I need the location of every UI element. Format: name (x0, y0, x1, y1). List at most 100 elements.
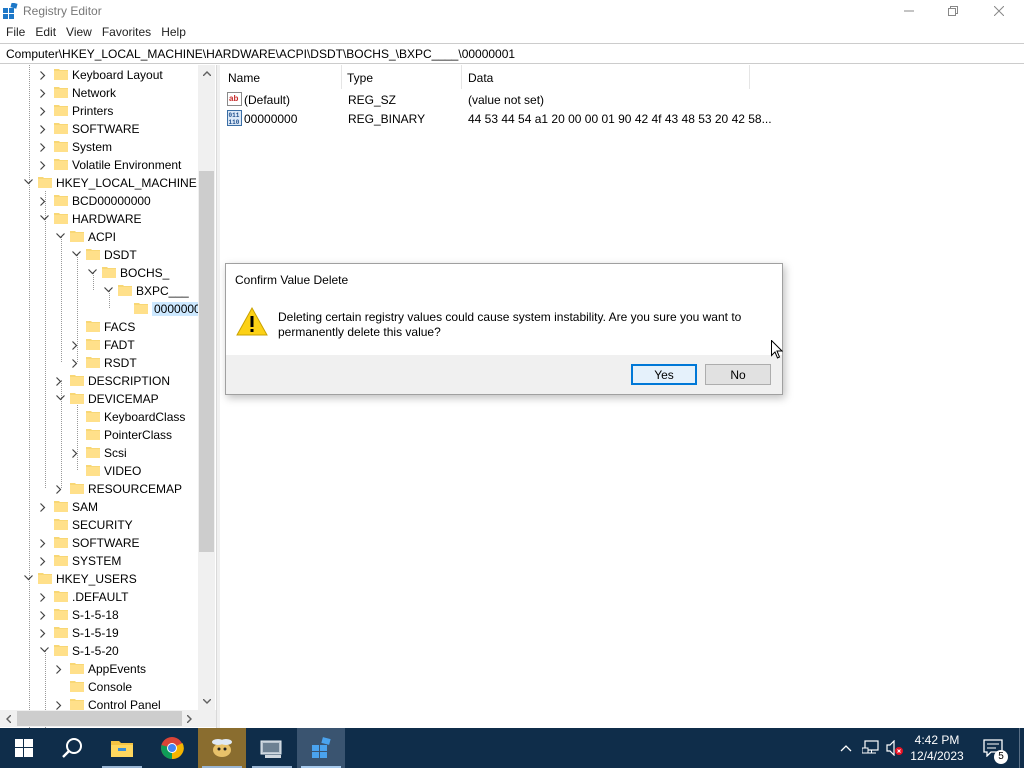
close-button[interactable] (976, 0, 1022, 22)
chevron-right-icon[interactable] (38, 120, 50, 138)
tree-node-resourcemap[interactable]: RESOURCEMAP (0, 480, 198, 498)
tree-node-appevents[interactable]: AppEvents (0, 660, 198, 678)
tree-node-fadt[interactable]: FADT (0, 336, 198, 354)
tree-node-keyboard-layout[interactable]: Keyboard Layout (0, 66, 198, 84)
taskbar-file-explorer[interactable] (98, 728, 146, 768)
tree-node-facs[interactable]: FACS (0, 318, 198, 336)
tree-node-sam[interactable]: SAM (0, 498, 198, 516)
taskbar-chrome[interactable] (148, 728, 196, 768)
tree-node-hku[interactable]: HKEY_USERS (0, 570, 198, 588)
menu-edit[interactable]: Edit (29, 22, 60, 42)
yes-button[interactable]: Yes (631, 364, 697, 385)
tree-node-hklm[interactable]: HKEY_LOCAL_MACHINE (0, 174, 198, 192)
column-name[interactable]: Name (228, 71, 260, 85)
tree-vscroll-thumb[interactable] (199, 171, 214, 552)
column-separator[interactable] (341, 65, 342, 89)
tray-volume[interactable] (884, 728, 906, 768)
chevron-right-icon[interactable] (54, 480, 66, 498)
tray-network[interactable] (860, 728, 882, 768)
scroll-right-icon[interactable] (181, 710, 198, 727)
chevron-right-icon[interactable] (38, 606, 50, 624)
tree-node-dsdt[interactable]: DSDT (0, 246, 198, 264)
tree-hscroll-thumb[interactable] (17, 711, 182, 726)
tree-node-network[interactable]: Network (0, 84, 198, 102)
tree-node-console[interactable]: Console (0, 678, 198, 696)
tree-node-00000001[interactable]: 0000000 (0, 300, 203, 318)
menu-help[interactable]: Help (155, 22, 190, 42)
tree-node-keyboardclass[interactable]: KeyboardClass (0, 408, 198, 426)
tree-node-s-1-5-20[interactable]: S-1-5-20 (0, 642, 198, 660)
chevron-down-icon[interactable] (102, 282, 114, 300)
tree-node-rsdt[interactable]: RSDT (0, 354, 198, 372)
menu-favorites[interactable]: Favorites (96, 22, 155, 42)
chevron-down-icon[interactable] (22, 174, 34, 192)
values-list[interactable]: Name Type Data ab (Default) REG_SZ (valu… (220, 65, 1024, 728)
taskbar-registry-editor[interactable] (297, 728, 345, 768)
taskbar-network-app[interactable] (248, 728, 296, 768)
address-bar[interactable]: Computer\HKEY_LOCAL_MACHINE\HARDWARE\ACP… (0, 43, 1024, 64)
column-separator[interactable] (749, 65, 750, 89)
chevron-down-icon[interactable] (38, 210, 50, 228)
column-separator[interactable] (461, 65, 462, 89)
dialog-title-bar[interactable]: Confirm Value Delete (226, 264, 782, 294)
show-hidden-icons[interactable] (836, 728, 856, 768)
no-button[interactable]: No (705, 364, 771, 385)
tree-node-s-1-5-19[interactable]: S-1-5-19 (0, 624, 198, 642)
scroll-left-icon[interactable] (0, 710, 17, 727)
chevron-right-icon[interactable] (38, 156, 50, 174)
scroll-down-icon[interactable] (198, 693, 215, 710)
tree-node-default[interactable]: .DEFAULT (0, 588, 198, 606)
chevron-down-icon[interactable] (54, 390, 66, 408)
chevron-right-icon[interactable] (38, 588, 50, 606)
tree-horizontal-scrollbar[interactable] (0, 710, 198, 727)
minimize-button[interactable] (886, 0, 932, 22)
chevron-right-icon[interactable] (38, 66, 50, 84)
chevron-right-icon[interactable] (54, 372, 66, 390)
tree-node-software-hklm[interactable]: SOFTWARE (0, 534, 198, 552)
address-path[interactable]: Computer\HKEY_LOCAL_MACHINE\HARDWARE\ACP… (6, 47, 515, 61)
column-type[interactable]: Type (347, 71, 373, 85)
taskbar-app[interactable] (198, 728, 246, 768)
taskbar-clock[interactable]: 4:42 PM 12/4/2023 (906, 732, 968, 764)
chevron-right-icon[interactable] (38, 534, 50, 552)
tree-node-devicemap[interactable]: DEVICEMAP (0, 390, 198, 408)
chevron-right-icon[interactable] (70, 444, 82, 462)
chevron-right-icon[interactable] (70, 336, 82, 354)
chevron-down-icon[interactable] (38, 642, 50, 660)
tree-node-volatile-environment[interactable]: Volatile Environment (0, 156, 198, 174)
tree-node-bochs[interactable]: BOCHS_ (0, 264, 198, 282)
chevron-right-icon[interactable] (38, 84, 50, 102)
start-button[interactable] (0, 728, 48, 768)
tree-node-system-hkcu[interactable]: System (0, 138, 198, 156)
chevron-right-icon[interactable] (70, 354, 82, 372)
list-row[interactable]: ab (Default) REG_SZ (value not set) (220, 90, 750, 109)
tree-node-printers[interactable]: Printers (0, 102, 198, 120)
chevron-down-icon[interactable] (54, 228, 66, 246)
list-row[interactable]: 011 110 00000000 REG_BINARY 44 53 44 54 … (220, 109, 772, 128)
chevron-down-icon[interactable] (70, 246, 82, 264)
tree-node-security[interactable]: SECURITY (0, 516, 198, 534)
tree-node-bxpc[interactable]: BXPC___ (0, 282, 198, 300)
chevron-down-icon[interactable] (86, 264, 98, 282)
chevron-right-icon[interactable] (54, 660, 66, 678)
chevron-right-icon[interactable] (38, 624, 50, 642)
search-button[interactable] (48, 728, 96, 768)
chevron-right-icon[interactable] (38, 138, 50, 156)
tree-node-s-1-5-18[interactable]: S-1-5-18 (0, 606, 198, 624)
tree-vertical-scrollbar[interactable] (198, 65, 215, 710)
key-tree[interactable]: Keyboard Layout Network Printers SOFTWARE Sy… (0, 65, 216, 728)
chevron-right-icon[interactable] (38, 192, 50, 210)
tree-node-bcd[interactable]: BCD00000000 (0, 192, 198, 210)
menu-file[interactable]: File (0, 22, 29, 42)
tree-node-scsi[interactable]: Scsi (0, 444, 198, 462)
tree-node-acpi[interactable]: ACPI (0, 228, 198, 246)
tree-node-software-hkcu[interactable]: SOFTWARE (0, 120, 198, 138)
chevron-down-icon[interactable] (22, 570, 34, 588)
show-desktop-button[interactable] (1019, 728, 1024, 768)
tree-node-system-hklm[interactable]: SYSTEM (0, 552, 198, 570)
chevron-right-icon[interactable] (38, 102, 50, 120)
tree-node-hardware[interactable]: HARDWARE (0, 210, 198, 228)
menu-view[interactable]: View (60, 22, 96, 42)
chevron-right-icon[interactable] (38, 552, 50, 570)
scroll-up-icon[interactable] (198, 65, 215, 82)
